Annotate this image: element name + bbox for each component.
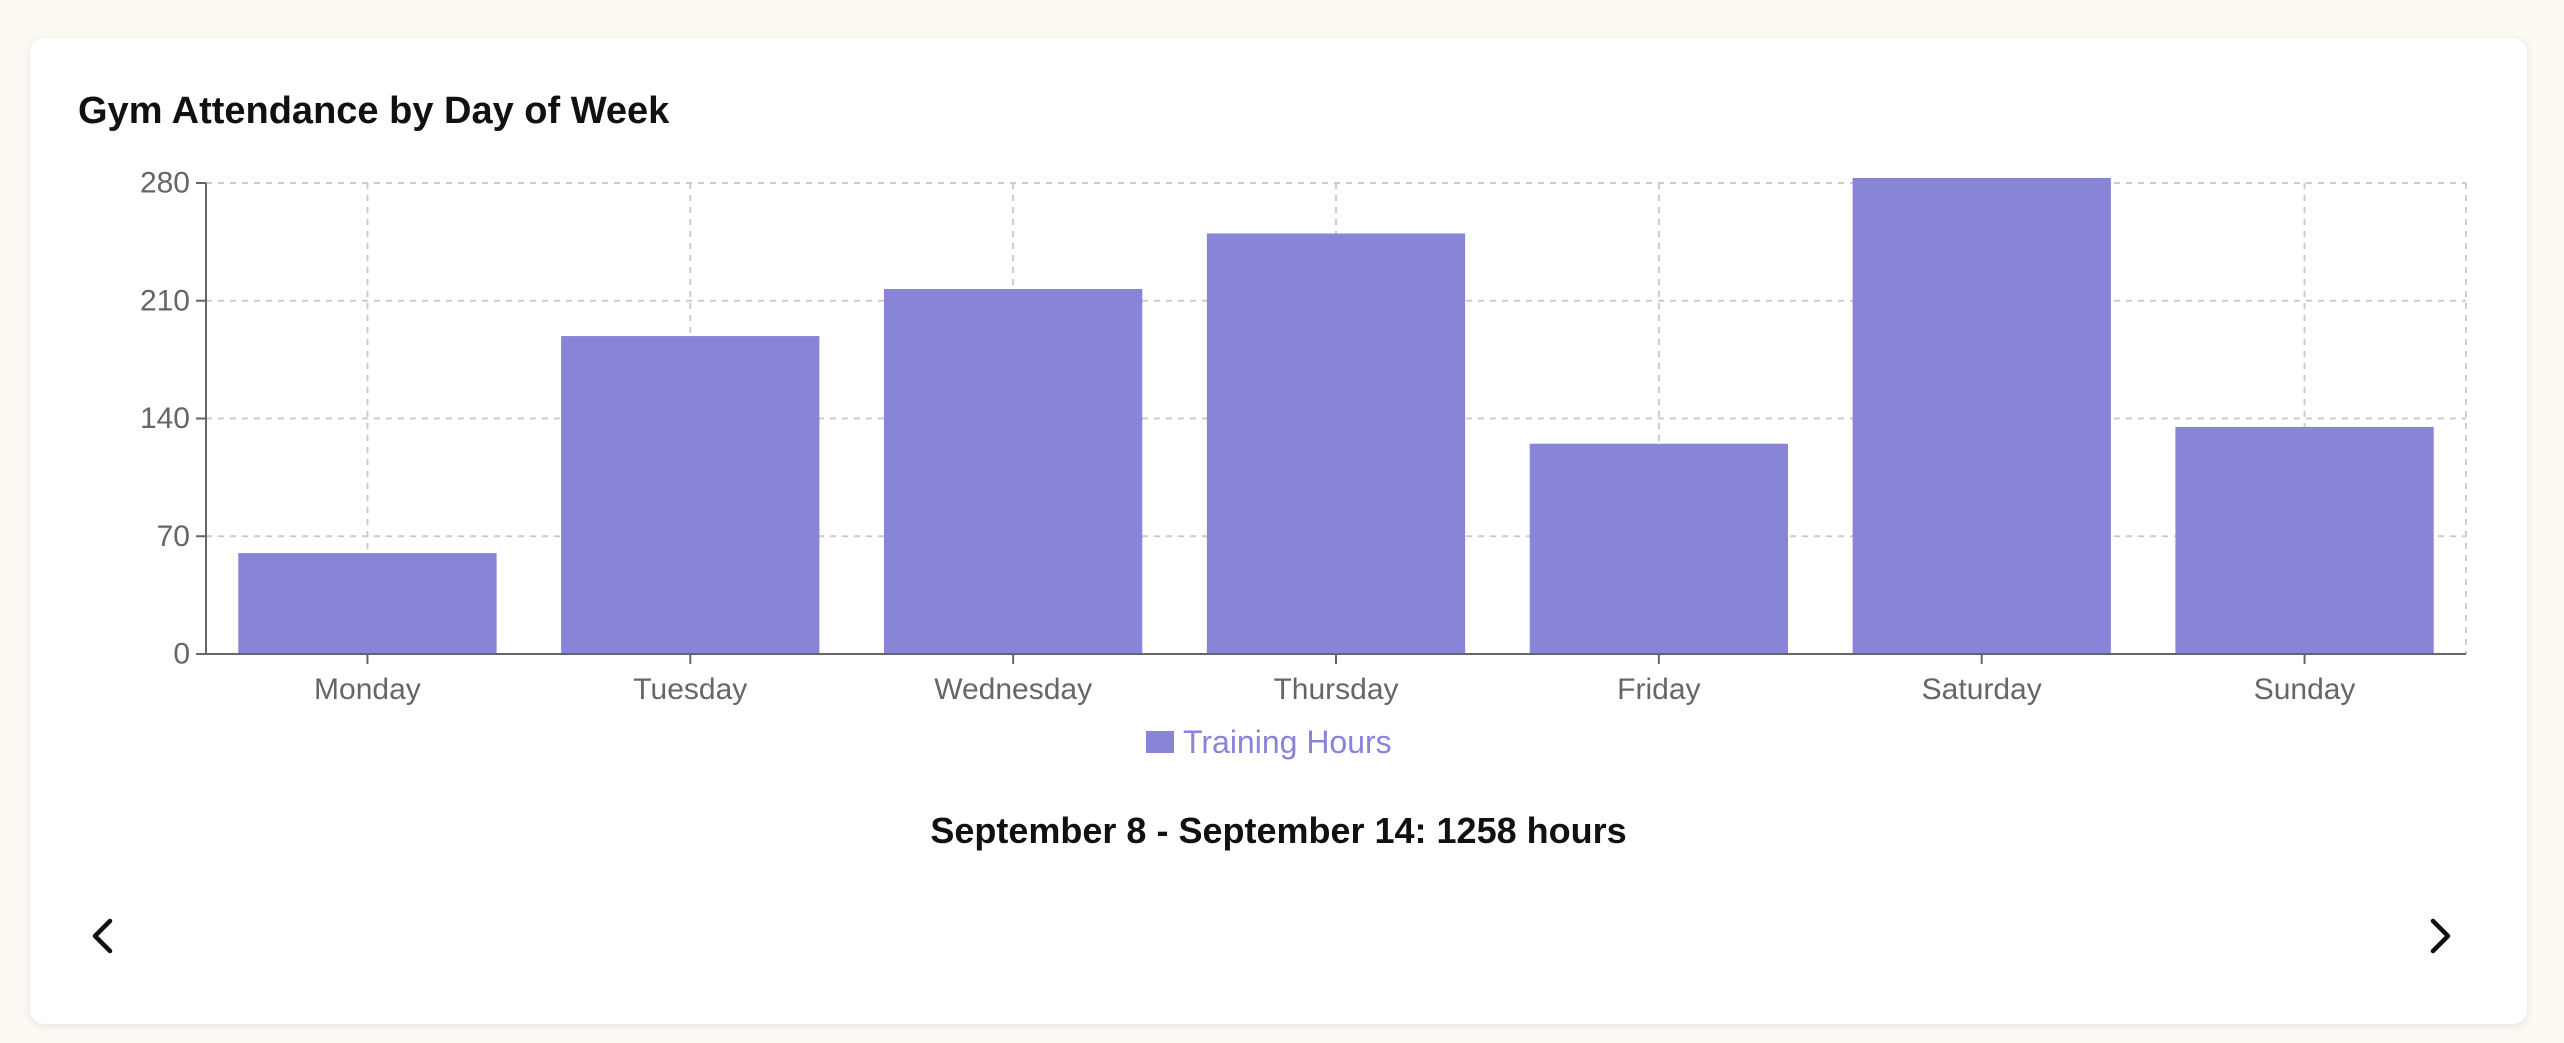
- x-tick-label: Saturday: [1922, 673, 2042, 706]
- bar-monday: [238, 553, 497, 654]
- chart-card: Gym Attendance by Day of Week 0 70 140 210 2…: [30, 38, 2527, 1024]
- x-tick-label: Thursday: [1273, 673, 1398, 706]
- y-tick-label: 70: [157, 520, 190, 553]
- x-tick-label: Sunday: [2254, 673, 2356, 706]
- legend-swatch: [1146, 731, 1174, 753]
- chevron-left-icon: [92, 918, 113, 954]
- bar-thursday: [1206, 233, 1466, 654]
- x-tick-label: Friday: [1617, 673, 1700, 706]
- x-tick-label: Monday: [314, 673, 421, 706]
- bar-saturday: [1852, 177, 2111, 655]
- y-tick-label: 140: [140, 402, 190, 435]
- chevron-right-icon: [2430, 918, 2451, 954]
- bar-tuesday: [561, 336, 820, 654]
- x-tick-label: Tuesday: [633, 673, 747, 706]
- legend-label: Training Hours: [1183, 724, 1392, 760]
- week-summary: September 8 - September 14: 1258 hours: [930, 810, 1627, 851]
- y-tick-label: 280: [140, 167, 190, 200]
- bar-wednesday: [884, 288, 1143, 654]
- next-week-button[interactable]: [2409, 906, 2469, 966]
- y-tick-label: 210: [140, 284, 190, 317]
- bar-friday: [1529, 443, 1788, 654]
- y-tick-label: 0: [173, 638, 190, 671]
- previous-week-button[interactable]: [74, 906, 134, 966]
- x-tick-label: Wednesday: [934, 673, 1092, 706]
- bar-chart: 0 70 140 210 280 Monday Tuesday Wednesday Thursd…: [140, 167, 2467, 760]
- bar-sunday: [2175, 426, 2434, 654]
